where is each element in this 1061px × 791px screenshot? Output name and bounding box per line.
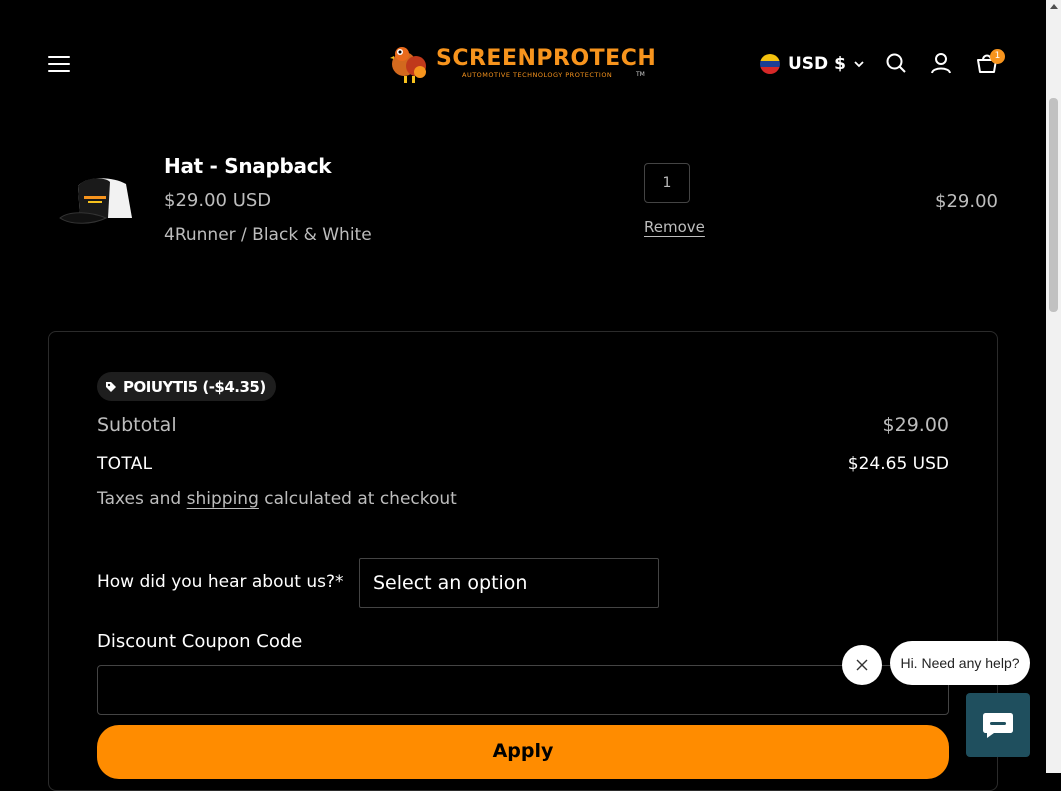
search-icon[interactable]: [885, 52, 907, 74]
taxes-note: Taxes and shipping calculated at checkou…: [97, 489, 457, 509]
tag-icon: [106, 381, 116, 392]
taxes-prefix: Taxes and: [97, 489, 187, 509]
chevron-down-icon: [854, 60, 864, 67]
hat-product-image[interactable]: [56, 174, 136, 230]
hear-about-us-label: How did you hear about us?*: [97, 572, 344, 592]
apply-button[interactable]: Apply: [97, 725, 949, 779]
hear-about-us-select[interactable]: Select an option: [359, 558, 659, 608]
shipping-link[interactable]: shipping: [187, 489, 259, 509]
close-icon: [856, 659, 868, 671]
applied-discount-badge: POIUYTI5 (-$4.35): [97, 372, 276, 401]
scrollbar-thumb[interactable]: [1049, 98, 1058, 312]
coupon-label: Discount Coupon Code: [97, 631, 303, 652]
currency-label: USD $: [788, 54, 846, 74]
site-header: SCREENPROTECH AUTOMOTIVE TECHNOLOGY PROT…: [0, 0, 1046, 128]
total-label: TOTAL: [97, 454, 153, 474]
chat-close-button[interactable]: [842, 645, 882, 685]
cart-count-badge: 1: [990, 49, 1005, 64]
venezuela-flag-icon: [760, 54, 780, 74]
subtotal-value: $29.00: [882, 414, 949, 436]
logo-trademark: TM: [636, 71, 645, 78]
subtotal-label: Subtotal: [97, 414, 177, 436]
quantity-input[interactable]: [644, 163, 690, 203]
page-scrollbar[interactable]: [1046, 0, 1061, 773]
chat-icon: [983, 713, 1013, 738]
discount-code-label: POIUYTI5 (-$4.35): [123, 377, 266, 396]
scroll-up-arrow-icon[interactable]: [1049, 4, 1058, 9]
account-icon[interactable]: [930, 52, 952, 74]
remove-link[interactable]: Remove: [644, 218, 705, 236]
site-logo[interactable]: SCREENPROTECH AUTOMOTIVE TECHNOLOGY PROT…: [390, 42, 656, 86]
menu-icon[interactable]: [48, 56, 70, 72]
currency-selector[interactable]: USD $: [760, 52, 864, 76]
product-title[interactable]: Hat - Snapback: [164, 154, 332, 178]
coupon-input[interactable]: [97, 665, 949, 715]
total-value: $24.65 USD: [847, 454, 949, 474]
line-total: $29.00: [935, 191, 998, 212]
product-variant: 4Runner / Black & White: [164, 225, 372, 245]
product-unit-price: $29.00 USD: [164, 190, 272, 211]
taxes-suffix: calculated at checkout: [258, 489, 457, 509]
chat-launcher-button[interactable]: [966, 693, 1030, 757]
turkey-mascot-icon: [390, 47, 426, 83]
chat-greeting-bubble[interactable]: Hi. Need any help?: [890, 641, 1030, 685]
logo-wordmark: SCREENPROTECH: [436, 46, 657, 71]
logo-tagline: AUTOMOTIVE TECHNOLOGY PROTECTION: [462, 71, 613, 79]
